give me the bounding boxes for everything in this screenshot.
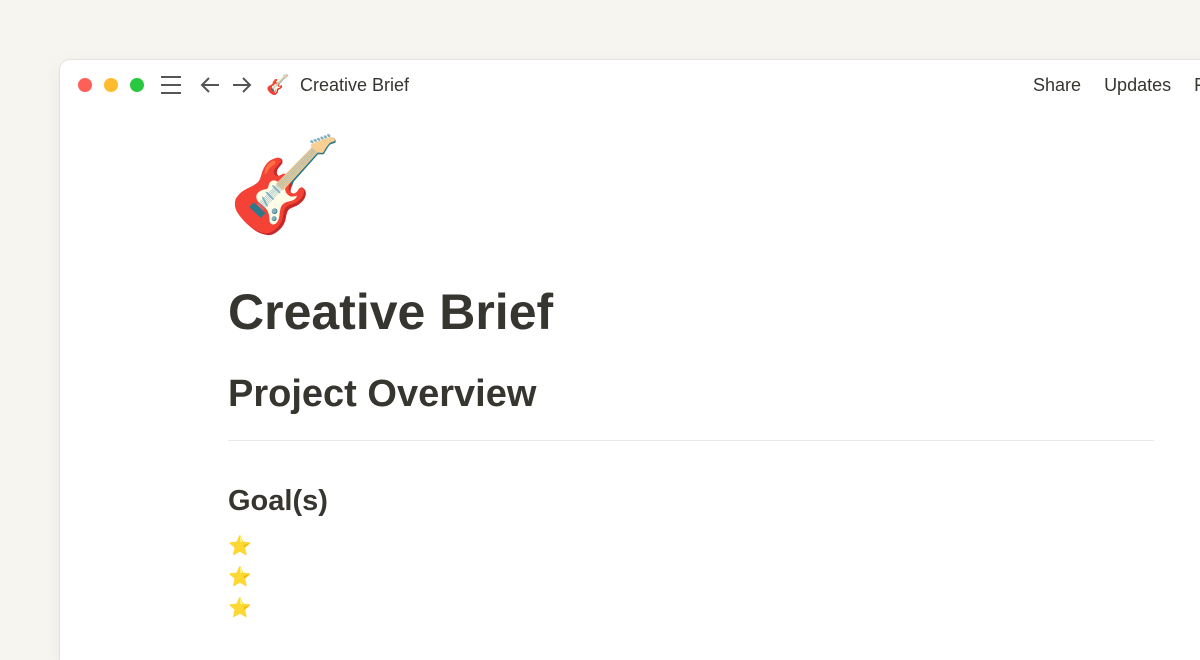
minimize-window-button[interactable] bbox=[104, 78, 118, 92]
list-item[interactable]: ⭐ bbox=[228, 593, 1154, 624]
breadcrumb-page-icon: 🎸 bbox=[266, 75, 290, 96]
forward-arrow-icon[interactable] bbox=[230, 73, 254, 97]
page-icon[interactable]: 🎸 bbox=[228, 130, 1154, 240]
heading-project-overview[interactable]: Project Overview bbox=[228, 370, 1154, 441]
app-window: 🎸 Creative Brief Share Updates F 🎸 Creat… bbox=[60, 60, 1200, 660]
breadcrumb-title[interactable]: Creative Brief bbox=[300, 75, 409, 96]
menu-icon[interactable] bbox=[159, 73, 183, 97]
back-arrow-icon[interactable] bbox=[198, 73, 222, 97]
list-item[interactable]: ⭐ bbox=[228, 562, 1154, 593]
page-title[interactable]: Creative Brief bbox=[228, 282, 1154, 342]
maximize-window-button[interactable] bbox=[130, 78, 144, 92]
favorite-button[interactable]: F bbox=[1194, 75, 1200, 95]
share-button[interactable]: Share bbox=[1033, 75, 1081, 95]
list-item[interactable]: ⭐ bbox=[228, 531, 1154, 562]
close-window-button[interactable] bbox=[78, 78, 92, 92]
goals-list: ⭐ ⭐ ⭐ bbox=[228, 531, 1154, 624]
topbar-actions: Share Updates F bbox=[1033, 75, 1200, 96]
updates-button[interactable]: Updates bbox=[1104, 75, 1171, 95]
page-content: 🎸 Creative Brief Project Overview Goal(s… bbox=[228, 130, 1154, 624]
title-bar: 🎸 Creative Brief Share Updates F bbox=[60, 60, 1200, 110]
heading-goals[interactable]: Goal(s) bbox=[228, 483, 1154, 519]
